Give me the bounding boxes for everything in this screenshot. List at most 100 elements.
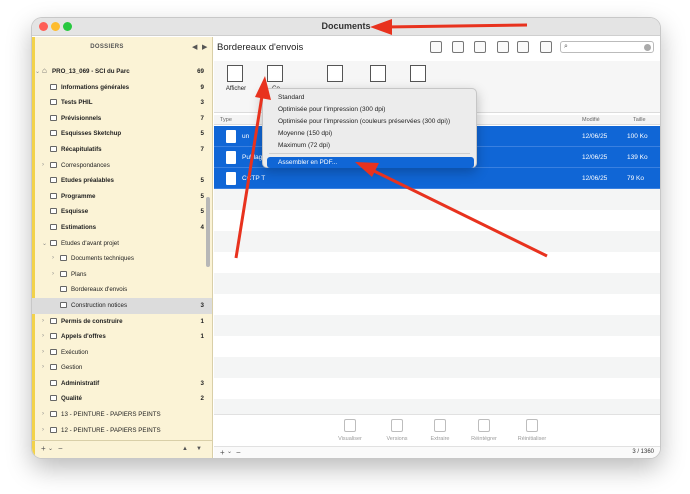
action-button[interactable]: Réinitialiser — [512, 418, 552, 446]
sidebar-item[interactable]: Administratif 3 — [32, 376, 212, 392]
clear-search-icon[interactable] — [644, 44, 651, 51]
folder-icon — [60, 286, 67, 293]
sidebar-item-label: Informations générales — [61, 83, 130, 91]
chevron-right-icon[interactable]: › — [42, 349, 44, 355]
sidebar-item[interactable]: › Correspondances — [32, 158, 212, 174]
action-button[interactable]: Extraire — [420, 418, 460, 446]
sidebar-next-arrow-icon[interactable]: ▶ — [202, 43, 207, 51]
sidebar-item[interactable]: Bordereaux d'envois — [32, 282, 212, 298]
add-document-button[interactable]: + — [220, 448, 225, 457]
search-field[interactable]: ⌕ — [560, 41, 654, 53]
folder-icon — [50, 130, 57, 137]
pdf-file-icon — [226, 172, 236, 185]
sidebar-item[interactable]: Estimations 4 — [32, 220, 212, 236]
settings-icon[interactable] — [474, 41, 486, 53]
folder-icon — [60, 255, 67, 262]
menu-item[interactable]: Standard — [267, 92, 474, 103]
chevron-right-icon[interactable]: › — [42, 318, 44, 324]
sidebar-item[interactable]: Tests PHIL 3 — [32, 95, 212, 111]
sidebar-item-label: Bordereaux d'envois — [71, 286, 128, 294]
chat-icon[interactable] — [517, 41, 529, 53]
menu-item[interactable]: Assembler en PDF... — [267, 157, 474, 168]
sidebar-item[interactable]: › 12 - PEINTURE - PAPIERS PEINTS — [32, 423, 212, 439]
sidebar-scrollbar[interactable] — [206, 197, 210, 267]
action-button[interactable]: Réintégrer — [464, 418, 504, 446]
sidebar-item[interactable]: Esquisses Sketchup 5 — [32, 126, 212, 142]
sidebar-item-count: 9 — [200, 83, 204, 91]
sidebar-item[interactable]: › Appels d'offres 1 — [32, 329, 212, 345]
sidebar-item[interactable]: › Exécution — [32, 345, 212, 361]
sidebar-item[interactable]: Programme 5 — [32, 189, 212, 205]
sidebar-prev-arrow-icon[interactable]: ◀ — [192, 43, 197, 51]
user-lock-icon[interactable] — [540, 41, 552, 53]
sidebar-item[interactable]: Etudes préalables 5 — [32, 173, 212, 189]
sidebar-item[interactable]: Esquisse 5 — [32, 204, 212, 220]
toolbar-button[interactable]: Afficher — [219, 61, 253, 111]
chevron-right-icon[interactable]: › — [42, 162, 44, 168]
sidebar-item[interactable]: › Documents techniques — [32, 251, 212, 267]
folder-root[interactable]: ⌄ PRO_13_069 - SCI du Parc 69 ⌂ — [32, 64, 212, 80]
folder-icon — [50, 83, 57, 90]
versions-icon — [391, 419, 403, 432]
folder-icon — [50, 426, 57, 433]
sidebar-item-count: 5 — [200, 192, 204, 200]
chevron-right-icon[interactable]: › — [52, 255, 54, 261]
chevron-down-icon[interactable]: ⌄ — [35, 68, 40, 75]
convert-icon — [267, 65, 283, 82]
menu-item[interactable]: Maximum (72 dpi) — [267, 140, 474, 151]
move-up-button[interactable]: ▲ — [182, 446, 188, 452]
folder-icon — [60, 301, 67, 308]
sidebar-item[interactable]: › Plans — [32, 267, 212, 283]
folder-root-count: 69 — [197, 68, 204, 75]
print-icon[interactable] — [452, 41, 464, 53]
sidebar-item[interactable]: Informations générales 9 — [32, 80, 212, 96]
chevron-right-icon[interactable]: › — [42, 411, 44, 417]
file-row[interactable]: CCTP T 12/06/25 79 Ko — [214, 168, 660, 189]
sidebar-item[interactable]: Construction notices 3 — [32, 297, 212, 314]
sidebar-item-label: Récapitulatifs — [61, 145, 102, 153]
column-modified[interactable]: Modifié — [582, 117, 600, 123]
column-size[interactable]: Taille — [633, 117, 646, 123]
action-button-label: Visualiser — [338, 436, 362, 442]
sidebar-item-count: 5 — [200, 208, 204, 216]
sidebar-item[interactable]: › Gestion — [32, 360, 212, 376]
comment-icon[interactable] — [497, 41, 509, 53]
sidebar-item[interactable]: Prévisionnels 7 — [32, 111, 212, 127]
action-button[interactable]: Visualiser — [330, 418, 370, 446]
sidebar-title: DOSSIERS — [90, 44, 124, 50]
chevron-right-icon[interactable]: › — [42, 364, 44, 370]
pdf-file-icon — [226, 151, 236, 164]
file-size: 79 Ko — [627, 175, 644, 182]
move-down-button[interactable]: ▼ — [196, 446, 202, 452]
sidebar-item[interactable]: Qualité 2 — [32, 391, 212, 407]
pdf-quality-menu: Standard Optimisée pour l'impression (300… — [262, 88, 477, 168]
sidebar-item[interactable]: › 13 - PEINTURE - PAPIERS PEINTS — [32, 407, 212, 423]
menu-item[interactable]: Optimisée pour l'impression (300 dpi) — [267, 104, 474, 115]
sidebar-item[interactable]: Récapitulatifs 7 — [32, 142, 212, 158]
chevron-down-icon[interactable]: ⌄ — [42, 240, 47, 247]
action-button[interactable]: Versions — [377, 418, 417, 446]
chevron-right-icon[interactable]: › — [52, 271, 54, 277]
menu-item[interactable]: Moyenne (150 dpi) — [267, 128, 474, 139]
sidebar-item-label: Exécution — [61, 348, 89, 356]
column-type[interactable]: Type — [220, 117, 232, 123]
menu-item[interactable]: Optimisée pour l'impression (couleurs pr… — [267, 116, 474, 127]
chevron-right-icon[interactable]: › — [42, 427, 44, 433]
sidebar-footer: + ⌄ − ▲ ▼ — [32, 440, 212, 458]
text-size-icon[interactable] — [430, 41, 442, 53]
toolbar-button-label: Afficher — [225, 86, 247, 92]
folder-tree: ⌄ PRO_13_069 - SCI du Parc 69 ⌂ Informat… — [32, 64, 212, 438]
remove-folder-button[interactable]: − — [58, 444, 63, 453]
sidebar-item-count: 4 — [200, 223, 204, 231]
sidebar-item-label: Programme — [61, 192, 96, 200]
remove-document-button[interactable]: − — [236, 448, 241, 457]
sidebar-item-count: 2 — [200, 395, 204, 403]
add-folder-button[interactable]: + — [41, 444, 46, 453]
file-modified: 12/06/25 — [582, 133, 608, 140]
add-folder-menu-icon[interactable]: ⌄ — [48, 445, 53, 452]
add-document-menu-icon[interactable]: ⌄ — [227, 448, 232, 455]
folder-icon — [50, 411, 57, 418]
sidebar-item[interactable]: › Permis de construire 1 — [32, 314, 212, 330]
sidebar-item[interactable]: ⌄ Etudes d'avant projet — [32, 236, 212, 252]
chevron-right-icon[interactable]: › — [42, 333, 44, 339]
